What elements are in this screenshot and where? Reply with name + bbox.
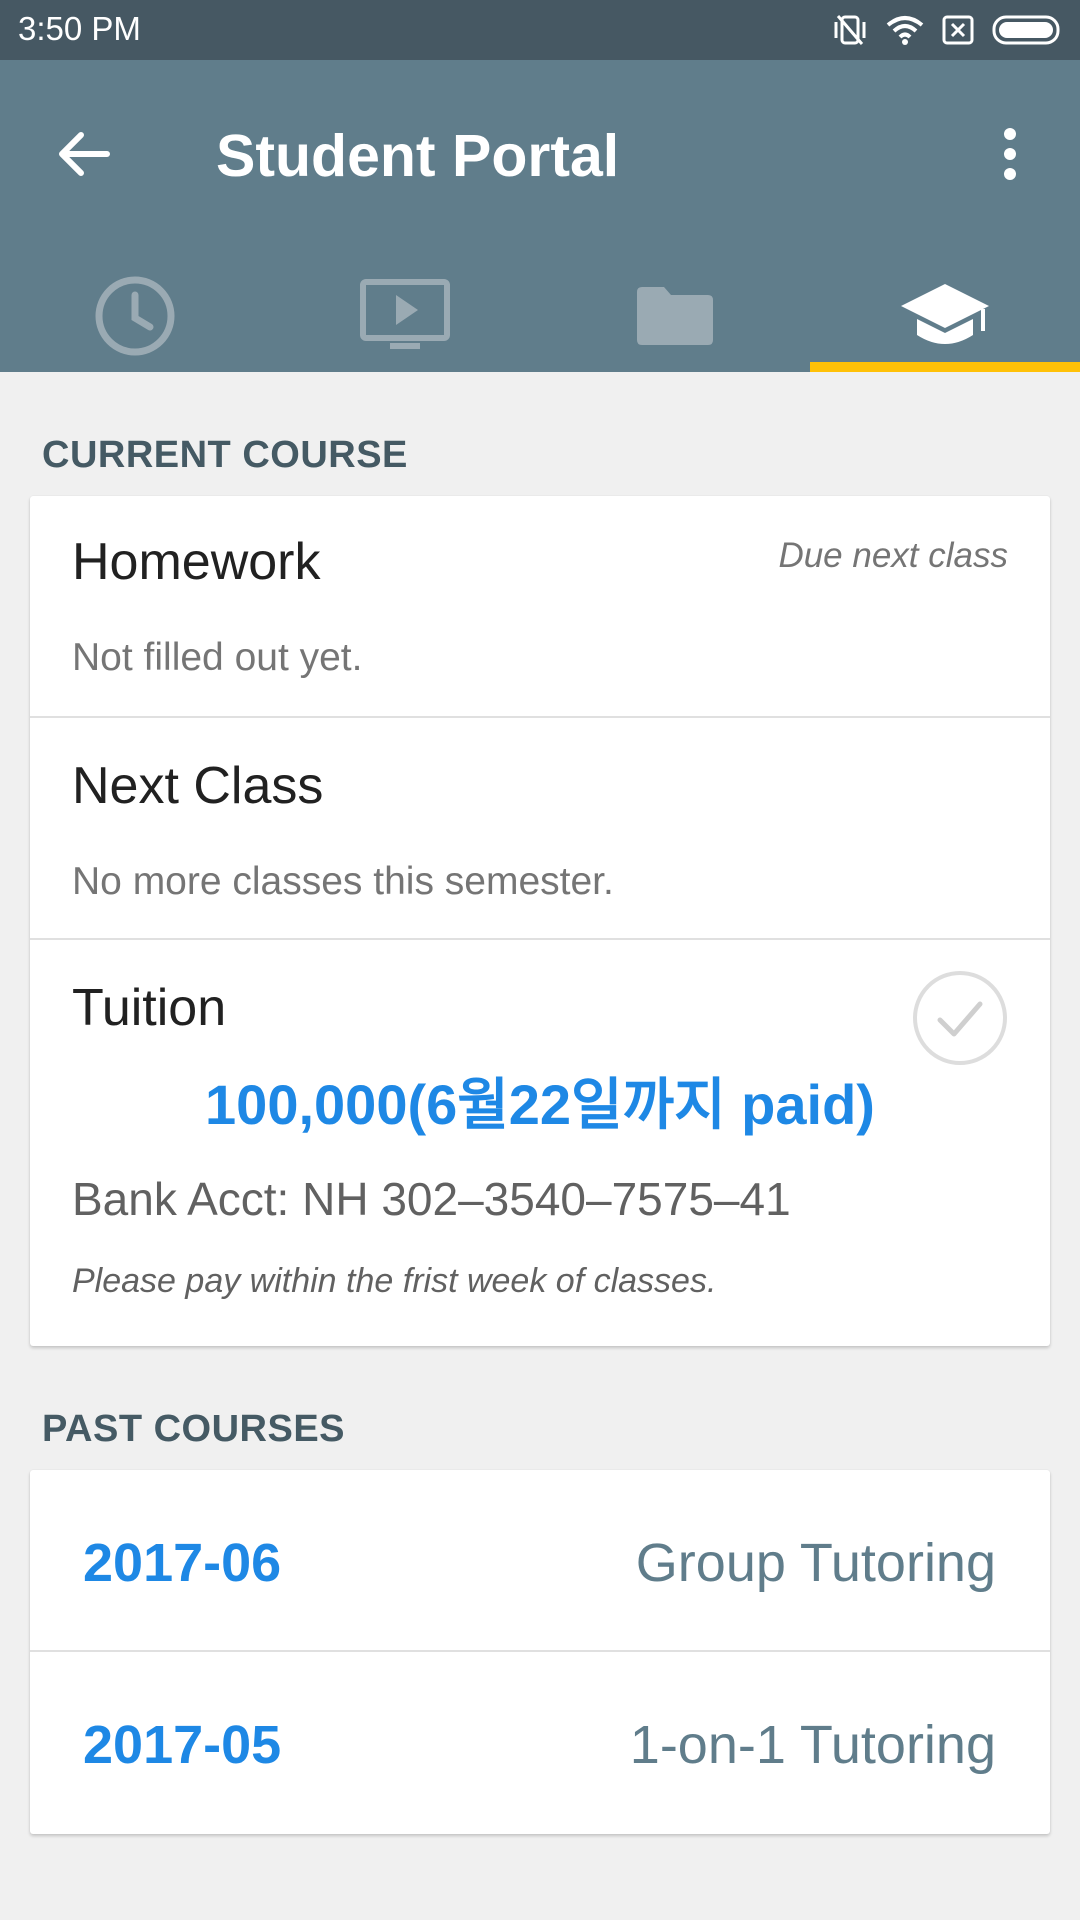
homework-title: Homework (72, 533, 321, 591)
tab-bar (0, 260, 1080, 372)
status-bar: 3:50 PM (0, 0, 1080, 60)
past-course-date: 2017-06 (83, 1533, 282, 1593)
tuition-title: Tuition (72, 979, 227, 1037)
status-time: 3:50 PM (18, 10, 141, 47)
list-item[interactable]: 2017-06 Group Tutoring (30, 1470, 1050, 1652)
next-class-section[interactable]: Next Class No more classes this semester… (30, 718, 1050, 940)
past-course-type: Group Tutoring (635, 1533, 996, 1593)
folder-icon (637, 287, 713, 345)
next-class-title: Next Class (72, 757, 324, 815)
tuition-amount: 100,000(6월22일까지 paid) (205, 1073, 875, 1136)
payment-note: Please pay within the frist week of clas… (72, 1262, 717, 1300)
check-circle-icon (913, 971, 1007, 1065)
tab-files[interactable] (540, 260, 810, 372)
homework-section[interactable]: Homework Due next class Not filled out y… (30, 496, 1050, 718)
next-class-status: No more classes this semester. (72, 860, 614, 903)
homework-due: Due next class (778, 536, 1008, 575)
tab-videos[interactable] (270, 260, 540, 372)
wifi-icon (886, 16, 924, 45)
tab-schedule[interactable] (0, 260, 270, 372)
vibrate-off-icon (834, 15, 866, 45)
bank-account: Bank Acct: NH 302–3540–7575–41 (72, 1173, 791, 1225)
current-course-header: CURRENT COURSE (42, 434, 408, 476)
video-icon (360, 279, 450, 349)
current-course-card: Homework Due next class Not filled out y… (30, 496, 1050, 1346)
status-icons (832, 12, 1064, 48)
back-button[interactable] (44, 114, 124, 194)
tuition-section[interactable]: Tuition 100,000(6월22일까지 paid) Bank Acct:… (30, 940, 1050, 1344)
sim-off-icon (942, 15, 974, 45)
past-course-type: 1-on-1 Tutoring (629, 1715, 996, 1775)
clock-icon (95, 276, 175, 356)
past-courses-card: 2017-06 Group Tutoring 2017-05 1-on-1 Tu… (30, 1470, 1050, 1834)
list-item[interactable]: 2017-05 1-on-1 Tutoring (30, 1652, 1050, 1832)
past-courses-header: PAST COURSES (42, 1408, 346, 1450)
tab-courses[interactable] (810, 260, 1080, 372)
more-vert-icon (1004, 128, 1016, 180)
past-course-date: 2017-05 (83, 1715, 282, 1775)
homework-status: Not filled out yet. (72, 636, 363, 679)
page-title: Student Portal (216, 123, 620, 189)
more-options-button[interactable] (970, 114, 1050, 194)
graduation-cap-icon (901, 284, 989, 344)
arrow-back-icon (59, 132, 110, 176)
app-bar: Student Portal (0, 60, 1080, 372)
battery-icon (992, 15, 1060, 45)
